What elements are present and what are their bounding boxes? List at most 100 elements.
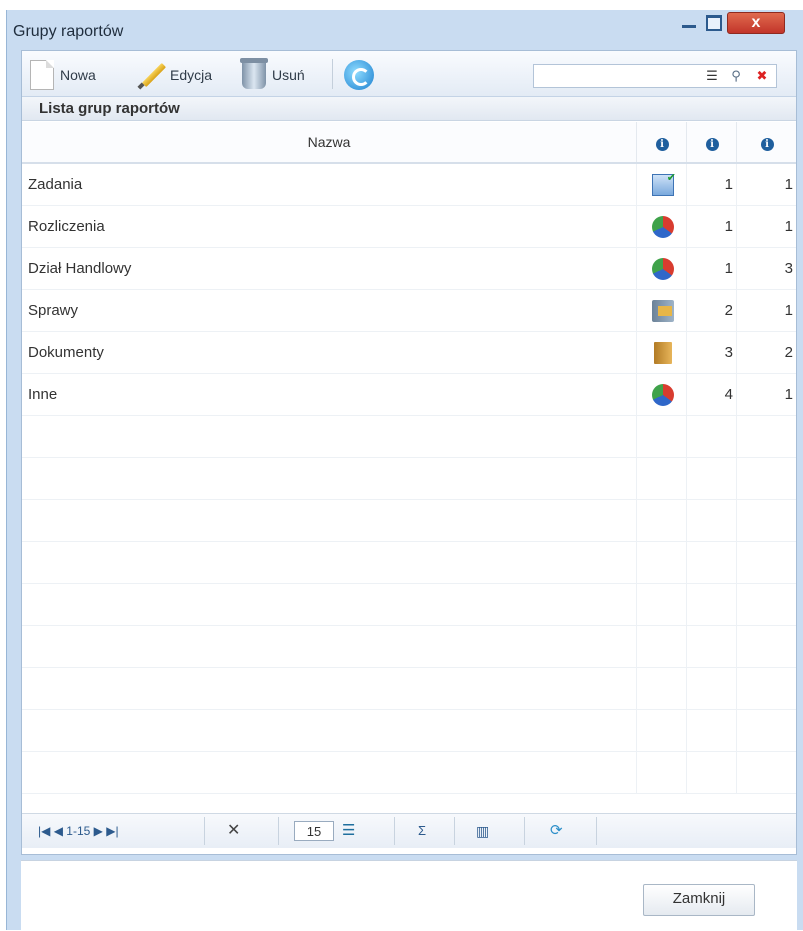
empty-cell (636, 500, 687, 541)
row-count-1: 1 (686, 248, 737, 289)
search-icon[interactable]: ⚲ (726, 67, 746, 85)
row-name: Dokumenty (28, 344, 104, 361)
table-row[interactable]: Dokumenty 3 2 (22, 332, 796, 374)
pager-divider (596, 817, 597, 845)
info-icon: i (705, 138, 719, 151)
empty-table-row (22, 416, 796, 458)
prev-page-icon[interactable]: ◀ (54, 824, 63, 838)
empty-cell (736, 752, 797, 793)
empty-cell (636, 626, 687, 667)
row-count-2: 1 (736, 206, 797, 247)
table-row[interactable]: Rozliczenia 1 1 (22, 206, 796, 248)
pie-chart-icon (652, 216, 674, 238)
pager-divider (394, 817, 395, 845)
maximize-button[interactable] (703, 12, 723, 34)
delete-button[interactable]: Usuń (240, 58, 305, 89)
row-name: Zadania (28, 176, 83, 193)
empty-cell (686, 584, 737, 625)
table-row[interactable]: Inne 4 1 (22, 374, 796, 416)
clear-search-icon[interactable]: ✖ (752, 67, 772, 85)
refresh-icon (344, 60, 374, 90)
window-titlebar[interactable]: Grupy raportów x (7, 10, 803, 50)
empty-cell (636, 584, 687, 625)
edit-button[interactable]: Edycja (136, 61, 212, 89)
page-size-input[interactable]: 15 (294, 821, 334, 841)
column-header-count-2[interactable]: i (736, 122, 797, 162)
trash-icon (240, 58, 268, 89)
empty-table-row (22, 668, 796, 710)
new-button[interactable]: Nowa (30, 60, 96, 90)
empty-cell (636, 458, 687, 499)
pager-divider (204, 817, 205, 845)
first-page-icon[interactable]: |◀ (38, 824, 50, 838)
empty-table-row (22, 752, 796, 794)
table-row[interactable]: Zadania 1 1 (22, 158, 796, 206)
pager-divider (524, 817, 525, 845)
row-icon-cell (636, 332, 687, 373)
pie-chart-icon (652, 258, 674, 280)
row-count-2: 1 (736, 374, 797, 415)
report-groups-window: Grupy raportów x Nowa Edycja Usuń ☰ ⚲ ✖ … (6, 10, 803, 931)
filter-list-icon[interactable]: ☰ (702, 67, 722, 85)
empty-table-row (22, 500, 796, 542)
row-count-1: 1 (686, 164, 737, 205)
empty-cell (686, 626, 737, 667)
refresh-button[interactable] (344, 60, 374, 90)
search-box: ☰ ⚲ ✖ (533, 64, 777, 88)
case-folder-icon (652, 300, 674, 322)
empty-cell (636, 416, 687, 457)
empty-table-row (22, 626, 796, 668)
delete-button-label: Usuń (272, 67, 305, 83)
row-count-2: 1 (736, 290, 797, 331)
close-window-button[interactable]: x (727, 12, 785, 34)
list-title: Lista grup raportów (22, 97, 796, 121)
empty-cell (686, 500, 737, 541)
empty-table-row (22, 710, 796, 752)
empty-table-row (22, 542, 796, 584)
column-header-count-1[interactable]: i (686, 122, 737, 162)
document-binder-icon (654, 342, 672, 364)
row-count-1: 4 (686, 374, 737, 415)
empty-cell (736, 668, 797, 709)
toolbar: Nowa Edycja Usuń ☰ ⚲ ✖ (22, 51, 796, 97)
empty-cell (736, 626, 797, 667)
table-header: Nazwa i i i (22, 122, 796, 164)
rows-per-page-icon[interactable]: ☰ (342, 814, 355, 848)
tasks-icon (652, 158, 676, 199)
minimize-button[interactable] (679, 12, 699, 34)
empty-cell (736, 542, 797, 583)
close-button[interactable]: Zamknij (643, 884, 755, 916)
table-row[interactable]: Sprawy 2 1 (22, 290, 796, 332)
row-icon-cell (636, 158, 687, 205)
column-header-icon[interactable]: i (636, 122, 687, 162)
row-name: Inne (28, 386, 58, 403)
column-header-name[interactable]: Nazwa (22, 122, 636, 162)
next-page-icon[interactable]: ▶ (94, 824, 103, 838)
last-page-icon[interactable]: ▶| (106, 824, 118, 838)
tools-icon[interactable]: ✕ (227, 814, 240, 848)
pager-divider (278, 817, 279, 845)
empty-cell (736, 584, 797, 625)
empty-cell (686, 542, 737, 583)
empty-cell (636, 752, 687, 793)
page-navigation: |◀ ◀ 1-15 ▶ ▶| (38, 814, 119, 848)
empty-cell (736, 416, 797, 457)
empty-cell (636, 710, 687, 751)
empty-cell (686, 416, 737, 457)
window-title: Grupy raportów (13, 23, 124, 40)
reload-icon[interactable]: ⟳ (550, 814, 563, 848)
row-count-2: 3 (736, 248, 797, 289)
pencil-icon (136, 60, 166, 90)
empty-cell (636, 668, 687, 709)
row-icon-cell (636, 248, 687, 289)
table-row[interactable]: Dział Handlowy 1 3 (22, 248, 796, 290)
search-input[interactable] (536, 67, 700, 87)
columns-icon[interactable]: ▥ (476, 814, 489, 848)
sum-icon[interactable]: Σ (418, 814, 426, 848)
empty-table-row (22, 584, 796, 626)
dialog-footer: Zamknij (21, 860, 797, 931)
row-count-1: 1 (686, 206, 737, 247)
row-icon-cell (636, 374, 687, 415)
new-button-label: Nowa (60, 67, 96, 83)
row-icon-cell (636, 206, 687, 247)
